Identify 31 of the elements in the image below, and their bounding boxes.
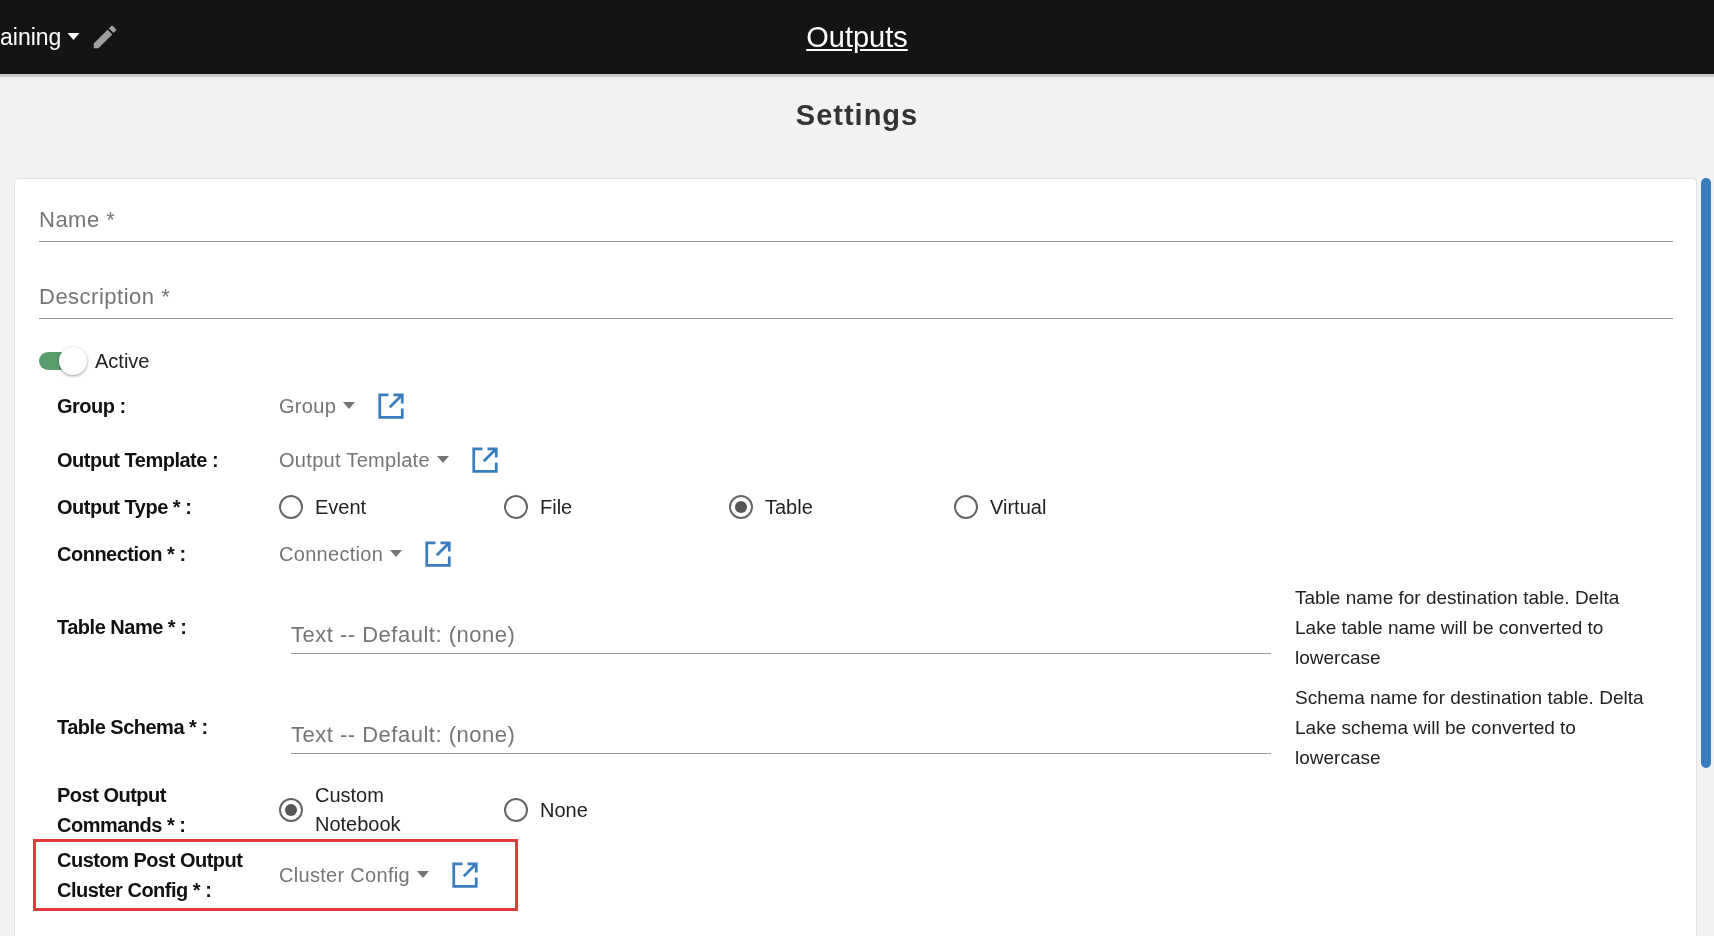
active-toggle[interactable] [37, 346, 89, 376]
field-label: Connection * : [57, 542, 187, 567]
field-label: Output Template : [57, 448, 220, 473]
field-label: Post Output Commands * : [57, 783, 187, 838]
field-label: Output Type * : [57, 495, 193, 520]
select-dropdown[interactable]: Cluster Config [279, 863, 430, 887]
breadcrumb-dropdown[interactable]: aining [0, 23, 62, 51]
caret-icon[interactable] [67, 33, 81, 41]
radio-option[interactable]: None [504, 781, 729, 839]
settings-heading: Settings [794, 98, 920, 133]
select-dropdown[interactable]: Output Template [279, 448, 450, 472]
radio-option[interactable]: File [504, 492, 729, 522]
radio-option[interactable]: Table [729, 492, 954, 522]
radio-option[interactable]: Virtual [954, 492, 1179, 522]
radio-option[interactable]: Event [279, 492, 504, 522]
external-link-icon[interactable] [376, 391, 407, 421]
help-text: Schema name for destination table. Delta Lake schema will be converted to lowercase [1295, 686, 1645, 770]
radio-option[interactable]: Custom Notebook [279, 781, 504, 839]
help-text: Table name for destination table. Delta Lake table name will be converted to lowercase [1295, 586, 1621, 670]
scrollbar[interactable] [1701, 178, 1711, 768]
field-label: Table Schema * : [57, 715, 209, 740]
toggle-label: Active [95, 349, 150, 373]
page-link[interactable]: Outputs [806, 20, 908, 54]
field-label: Group : [57, 394, 127, 419]
external-link-icon[interactable] [449, 860, 480, 890]
select-dropdown[interactable]: Group [279, 394, 357, 418]
field-label: Custom Post Output Cluster Config * : [57, 848, 244, 903]
field-label: Table Name * : [57, 615, 188, 640]
external-link-icon[interactable] [469, 445, 500, 475]
select-dropdown[interactable]: Connection [279, 542, 404, 566]
external-link-icon[interactable] [423, 539, 454, 569]
